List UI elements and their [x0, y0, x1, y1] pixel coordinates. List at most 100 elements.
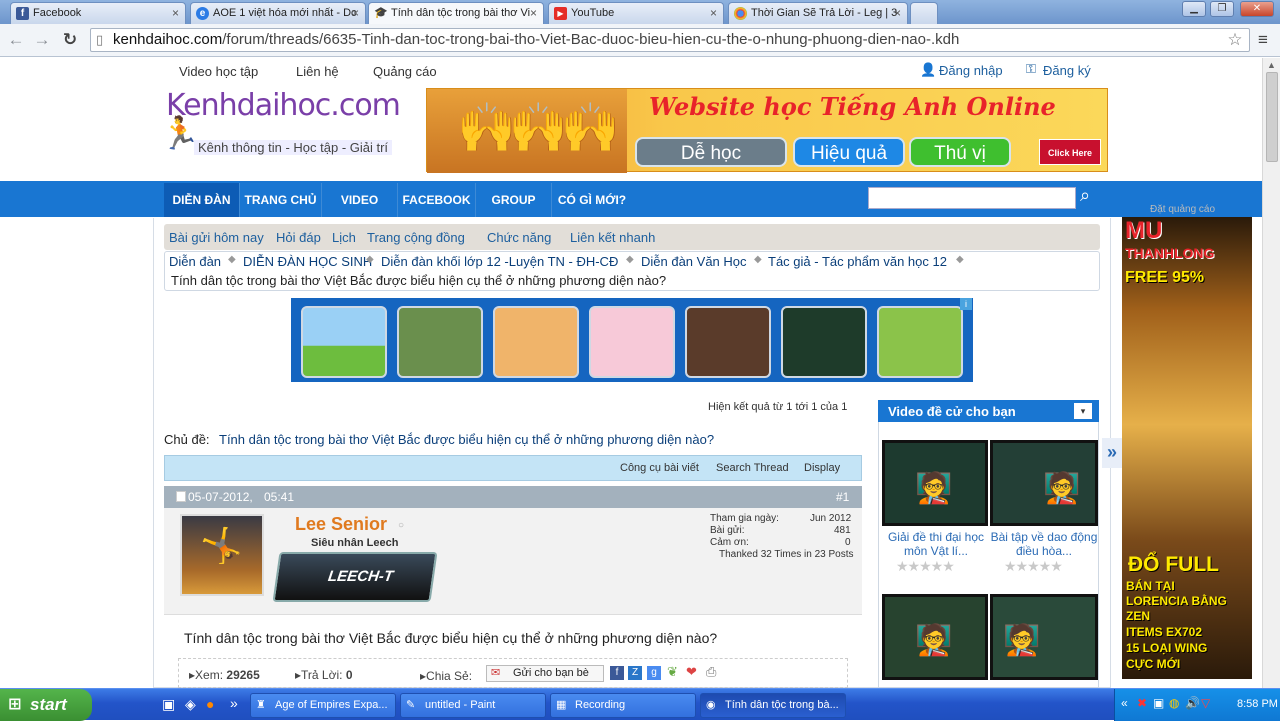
subnav-calendar[interactable]: Lịch [332, 230, 356, 245]
start-button[interactable]: ⊞ start [0, 689, 92, 721]
crumb-grade12[interactable]: Diễn đàn khối lớp 12 -Luyện TN - ĐH-CĐ [381, 254, 618, 269]
volume-icon[interactable]: 🔊 [1185, 696, 1200, 710]
page-scrollbar[interactable]: ▲ [1262, 58, 1280, 688]
tray-icon[interactable]: ▽ [1201, 696, 1210, 710]
game-thumb-5[interactable] [685, 306, 771, 378]
crumb-literature[interactable]: Diễn đàn Văn Học [641, 254, 747, 269]
banner-button-fun[interactable]: Thú vị [909, 137, 1011, 167]
task-recording[interactable]: ▦ Recording [550, 693, 696, 718]
subnav-qa[interactable]: Hỏi đáp [276, 230, 321, 245]
back-icon[interactable]: ← [5, 28, 27, 52]
scrollbar-thumb[interactable] [1266, 72, 1278, 162]
task-paint[interactable]: ✎ untitled - Paint [400, 693, 546, 718]
nav-home[interactable]: TRANG CHỦ [240, 183, 322, 217]
tray-expand-icon[interactable]: « [1121, 696, 1128, 710]
facebook-share-icon[interactable]: f [610, 666, 624, 680]
scroll-up-icon[interactable]: ▲ [1267, 60, 1276, 70]
expand-quicklaunch-icon[interactable]: » [230, 695, 238, 711]
bookmark-star-icon[interactable]: ☆ [1224, 28, 1246, 52]
quicklaunch-icon[interactable]: ▣ [162, 696, 175, 713]
subnav-today-posts[interactable]: Bài gửi hôm nay [169, 230, 264, 245]
zing-share-icon[interactable]: Z [628, 666, 642, 680]
tab-active-thread[interactable]: 🎓 Tính dân tộc trong bài thơ Vi × [368, 2, 544, 25]
close-icon[interactable]: × [894, 3, 901, 23]
task-aoe[interactable]: ♜ Age of Empires Expa... [250, 693, 396, 718]
video-thumb-2[interactable]: 🧑‍🏫 [990, 440, 1098, 526]
print-icon[interactable]: ⎙ [706, 664, 716, 680]
tab-aoe[interactable]: e AOE 1 việt hóa mới nhất - Dc × [190, 2, 366, 24]
subnav-functions[interactable]: Chức năng [487, 230, 551, 245]
close-icon[interactable]: × [530, 3, 537, 23]
register-link[interactable]: Đăng ký [1043, 63, 1091, 78]
task-chrome[interactable]: ◉ Tính dân tộc trong bà... [700, 693, 846, 718]
expand-chevron-icon[interactable]: » [1102, 438, 1122, 468]
quicklaunch-icon[interactable]: ◈ [185, 696, 196, 713]
crumb-authors[interactable]: Tác giả - Tác phẩm văn học 12 [768, 254, 947, 269]
toplink-contact[interactable]: Liên hệ [296, 64, 339, 79]
clock[interactable]: 8:58 PM [1237, 698, 1278, 710]
subnav-community[interactable]: Trang cộng đồng [367, 230, 465, 245]
tray-icon[interactable]: ✖ [1137, 696, 1147, 710]
tray-icon[interactable]: ▣ [1153, 696, 1164, 710]
display-button[interactable]: Display [804, 462, 840, 474]
search-icon[interactable]: ⌕ [1080, 185, 1090, 206]
banner-button-effective[interactable]: Hiệu quả [793, 137, 905, 167]
close-icon[interactable]: × [710, 3, 717, 23]
post-author[interactable]: Lee Senior [295, 514, 387, 535]
tab-youtube[interactable]: ▶ YouTube × [548, 2, 724, 24]
send-to-friend-button[interactable]: ✉ Gửi cho bạn bè [486, 665, 604, 682]
ad-info-icon[interactable]: i [960, 298, 972, 310]
reload-icon[interactable]: ↻ [59, 28, 81, 52]
forward-icon[interactable]: → [31, 28, 53, 52]
nav-group[interactable]: GROUP [476, 183, 552, 217]
game-thumb-2[interactable] [397, 306, 483, 378]
nav-forum[interactable]: DIỄN ĐÀN [164, 183, 240, 217]
video-thumb-1[interactable]: 🧑‍🏫 [882, 440, 988, 526]
game-thumb-6[interactable] [781, 306, 867, 378]
tab-song[interactable]: Thời Gian Sẽ Trả Lời - Leg | 3 × [728, 2, 908, 24]
ad-placement-label[interactable]: Đặt quảng cáo [1150, 204, 1215, 215]
banner-ad[interactable]: 🙌🙌🙌 Website học Tiếng Anh Online Dễ học … [426, 88, 1108, 173]
crumb-students[interactable]: DIỄN ĐÀN HỌC SINH [243, 254, 372, 269]
url-input[interactable]: ▯ kenhdaihoc.com/forum/threads/6635-Tinh… [90, 28, 1250, 52]
nav-video[interactable]: VIDEO [322, 183, 398, 217]
menu-icon[interactable]: ≡ [1252, 28, 1274, 52]
banner-click-here[interactable]: Click Here [1039, 139, 1101, 165]
thread-title-link[interactable]: Tính dân tộc trong bài thơ Việt Bắc được… [219, 432, 714, 447]
toplink-ads[interactable]: Quảng cáo [373, 64, 437, 79]
video-thumb-3[interactable]: 🧑‍🏫 [882, 594, 988, 680]
search-input[interactable] [868, 187, 1076, 209]
side-ad[interactable]: MU THANHLONG FREE 95% ĐỔ FULL BÁN TẠI LO… [1122, 217, 1252, 679]
toplink-video[interactable]: Video học tập [179, 64, 258, 79]
crumb-forum[interactable]: Diễn đàn [169, 254, 221, 269]
login-link[interactable]: Đăng nhập [939, 63, 1003, 78]
minimize-button[interactable]: ▁ [1182, 1, 1206, 17]
tray-icon[interactable]: ◍ [1169, 696, 1179, 710]
restore-button[interactable]: ❐ [1210, 1, 1234, 17]
search-thread-button[interactable]: Search Thread [716, 462, 789, 474]
close-window-button[interactable]: ✕ [1240, 1, 1274, 17]
new-tab-button[interactable] [910, 2, 938, 24]
bookmark-share-icon[interactable]: ❦ [667, 664, 678, 680]
firefox-icon[interactable]: ● [206, 696, 214, 712]
avatar[interactable]: 🤸 [180, 514, 264, 596]
post-number[interactable]: #1 [836, 490, 849, 504]
google-share-icon[interactable]: g [647, 666, 661, 680]
post-tools-button[interactable]: Công cụ bài viết [620, 462, 699, 474]
video-title-1[interactable]: Giải đề thi đại học môn Vật lí... [884, 530, 988, 558]
dropdown-icon[interactable]: ▾ [1074, 403, 1092, 419]
video-title-2[interactable]: Bài tập về dao động điều hòa... [990, 530, 1098, 558]
banner-button-easy[interactable]: Dễ học [635, 137, 787, 167]
site-logo[interactable]: Kenhdaihoc.com 🏃 Kênh thông tin - Học tậ… [160, 88, 410, 174]
close-icon[interactable]: × [172, 3, 179, 23]
game-thumb-4[interactable] [589, 306, 675, 378]
nav-facebook[interactable]: FACEBOOK [398, 183, 476, 217]
game-thumb-1[interactable] [301, 306, 387, 378]
tab-facebook[interactable]: f Facebook × [10, 2, 186, 24]
game-thumb-3[interactable] [493, 306, 579, 378]
game-thumb-7[interactable] [877, 306, 963, 378]
close-icon[interactable]: × [352, 3, 359, 23]
heart-icon[interactable]: ❤ [686, 664, 697, 680]
nav-whats-new[interactable]: CÓ GÌ MỚI? [552, 183, 632, 217]
video-thumb-4[interactable]: 🧑‍🏫 [990, 594, 1098, 680]
